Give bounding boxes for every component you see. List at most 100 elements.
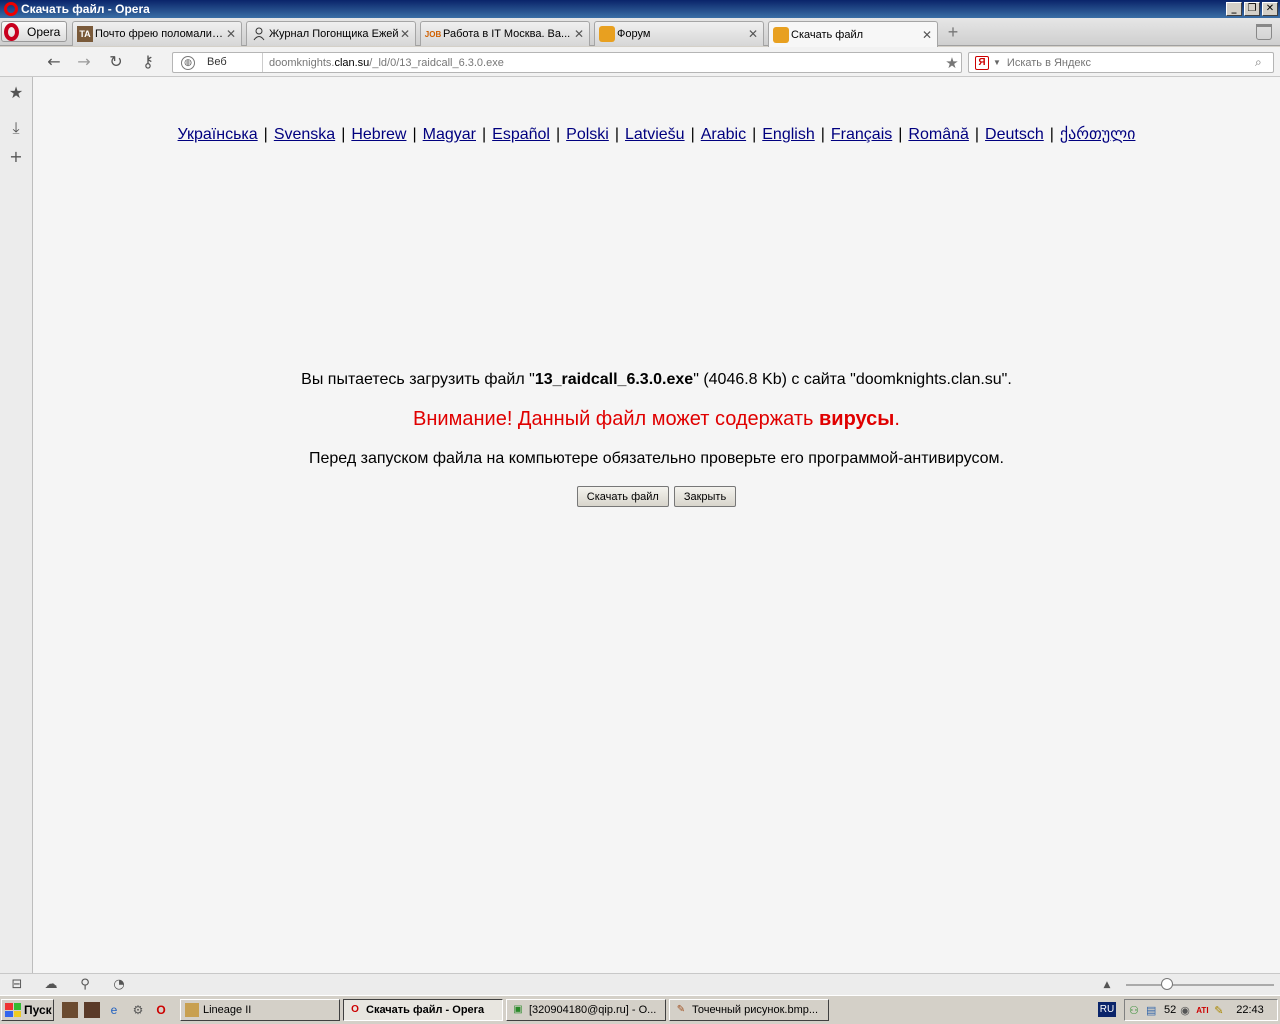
taskbar-item-label: Скачать файл - Opera xyxy=(366,1004,485,1016)
address-prefix-label: Веб xyxy=(207,53,263,72)
taskbar-item[interactable]: ✎ Точечный рисунок.bmp... xyxy=(669,999,829,1021)
speed-dial-icon[interactable]: ◔ xyxy=(110,977,128,993)
start-button[interactable]: Пуск xyxy=(1,999,54,1021)
separator: | xyxy=(1049,126,1054,143)
close-window-button[interactable]: ✕ xyxy=(1262,2,1278,16)
tab-close-icon[interactable]: ✕ xyxy=(573,27,585,41)
start-label: Пуск xyxy=(24,1003,52,1017)
tab-close-icon[interactable]: ✕ xyxy=(225,27,237,41)
separator: | xyxy=(341,126,346,143)
lang-link-romanian[interactable]: Română xyxy=(908,126,968,143)
yandex-icon[interactable]: Я xyxy=(975,55,989,70)
search-icon[interactable]: ⌕ xyxy=(1255,55,1273,70)
system-tray: ⚇ ▤ 52 ◉ ATI ✎ 22:43 xyxy=(1124,999,1278,1021)
tab-item-active[interactable]: Скачать файл ✕ xyxy=(768,21,938,47)
zoom-slider-knob[interactable] xyxy=(1161,978,1173,990)
separator: | xyxy=(263,126,268,143)
ta-favicon-icon: TA xyxy=(77,26,93,42)
clock: 22:43 xyxy=(1236,1004,1264,1016)
zoom-slider-track[interactable] xyxy=(1126,984,1274,986)
quicklaunch-app-icon[interactable] xyxy=(84,1002,100,1018)
keyboard-language-indicator[interactable]: RU xyxy=(1098,1002,1116,1017)
lang-link-french[interactable]: Français xyxy=(831,126,892,143)
lang-link-spanish[interactable]: Español xyxy=(492,126,550,143)
opera-icon: O xyxy=(351,1004,359,1015)
ati-icon[interactable]: ATI xyxy=(1196,1006,1210,1015)
panel-toggle-icon[interactable]: ⊟ xyxy=(8,977,26,993)
search-input[interactable] xyxy=(1006,56,1255,69)
add-panel-icon[interactable]: + xyxy=(6,147,26,167)
opera-menu-button[interactable]: Opera xyxy=(1,21,67,42)
tab-item[interactable]: TA Почто фрею поломали?... ✕ xyxy=(72,21,242,46)
share-icon[interactable]: ⚲ xyxy=(76,977,94,993)
quicklaunch-app-icon[interactable] xyxy=(62,1002,78,1018)
lang-link-swedish[interactable]: Svenska xyxy=(274,126,335,143)
tab-label: Форум xyxy=(617,28,651,40)
opera-quicklaunch-icon[interactable]: O xyxy=(153,1002,169,1018)
address-bar[interactable]: ◍ Веб doomknights.clan.su/_ld/0/13_raidc… xyxy=(172,52,962,73)
taskbar-item-active[interactable]: O Скачать файл - Opera xyxy=(343,999,503,1021)
search-box[interactable]: Я ▼ ⌕ xyxy=(968,52,1274,73)
tab-label: Журнал Погонщика Ежей xyxy=(269,28,399,40)
separator: | xyxy=(752,126,757,143)
job-icon: JOB xyxy=(424,29,442,39)
url-text[interactable]: doomknights.clan.su/_ld/0/13_raidcall_6.… xyxy=(269,57,943,69)
taskbar-item-label: Точечный рисунок.bmp... xyxy=(692,1004,819,1016)
lang-link-english[interactable]: English xyxy=(762,126,814,143)
maximize-button[interactable]: ❐ xyxy=(1244,2,1260,16)
gears-icon[interactable]: ⚙ xyxy=(130,1002,146,1018)
tab-close-icon[interactable]: ✕ xyxy=(747,27,759,41)
separator: | xyxy=(555,126,561,143)
tab-label: Почто фрею поломали?... xyxy=(95,28,225,40)
speaker-icon[interactable]: ◉ xyxy=(1180,1004,1194,1017)
close-button[interactable]: Закрыть xyxy=(673,486,737,507)
lang-link-hungarian[interactable]: Magyar xyxy=(423,126,476,143)
lang-link-georgian[interactable]: ქართული xyxy=(1060,126,1136,143)
pencil-icon[interactable]: ✎ xyxy=(1214,1004,1228,1017)
back-icon[interactable]: ← xyxy=(44,53,64,71)
taskbar-item[interactable]: ▣ [320904180@qip.ru] - О... xyxy=(506,999,666,1021)
warning-bold: вирусы xyxy=(819,408,895,430)
forward-icon[interactable]: → xyxy=(74,53,94,71)
user-icon xyxy=(251,26,267,42)
bookmark-star-icon[interactable]: ★ xyxy=(943,54,961,72)
reload-icon[interactable]: ↻ xyxy=(106,53,126,71)
separator: | xyxy=(614,126,619,143)
new-tab-icon[interactable]: + xyxy=(944,23,962,41)
bookmarks-star-icon[interactable]: ★ xyxy=(6,83,26,103)
separator: | xyxy=(974,126,980,143)
window-controls: _ ❐ ✕ xyxy=(1226,2,1278,16)
lang-link-german[interactable]: Deutsch xyxy=(985,126,1044,143)
chevron-up-icon[interactable]: ▲ xyxy=(1098,977,1116,993)
message-before: Вы пытаетесь загрузить файл " xyxy=(301,371,535,388)
cloud-icon[interactable]: ☁ xyxy=(42,977,60,993)
network-icon[interactable]: ⚇ xyxy=(1129,1004,1143,1017)
tab-close-icon[interactable]: ✕ xyxy=(399,27,411,41)
tab-close-icon[interactable]: ✕ xyxy=(921,28,933,42)
download-file-button[interactable]: Скачать файл xyxy=(576,486,669,507)
taskbar-item-label: [320904180@qip.ru] - О... xyxy=(529,1004,657,1016)
taskbar: Пуск e ⚙ O Lineage II O Скачать файл - O… xyxy=(0,995,1280,1024)
taskbar-item[interactable]: Lineage II xyxy=(180,999,340,1021)
ie-icon[interactable]: e xyxy=(106,1002,122,1018)
page-content: Українська | Svenska | Hebrew | Magyar | Español… xyxy=(33,77,1280,973)
download-message: Вы пытаетесь загрузить файл "13_raidcall… xyxy=(33,371,1280,389)
chevron-down-icon[interactable]: ▼ xyxy=(993,58,1001,67)
tab-item[interactable]: Форум ✕ xyxy=(594,21,764,46)
tab-item[interactable]: Журнал Погонщика Ежей ✕ xyxy=(246,21,416,46)
minimize-button[interactable]: _ xyxy=(1226,2,1242,16)
trash-icon[interactable] xyxy=(1256,24,1272,40)
monitor-icon[interactable]: ▤ xyxy=(1146,1004,1160,1017)
separator: | xyxy=(898,126,903,143)
lang-link-polish[interactable]: Polski xyxy=(566,126,609,143)
downloads-icon[interactable]: ⤓ xyxy=(6,118,26,138)
lineage-icon xyxy=(185,1003,199,1017)
status-bar: ⊟ ☁ ⚲ ◔ ▲ xyxy=(0,973,1280,995)
lang-link-latvian[interactable]: Latviešu xyxy=(625,126,685,143)
tab-item[interactable]: JOB Работа в IT Москва. Ва... ✕ xyxy=(420,21,590,46)
key-icon[interactable]: ⚷ xyxy=(138,53,158,71)
lang-link-hebrew[interactable]: Hebrew xyxy=(351,126,406,143)
opera-menu-label: Opera xyxy=(27,24,61,39)
lang-link-arabic[interactable]: Arabic xyxy=(701,126,746,143)
lang-link-ukrainian[interactable]: Українська xyxy=(178,126,258,143)
